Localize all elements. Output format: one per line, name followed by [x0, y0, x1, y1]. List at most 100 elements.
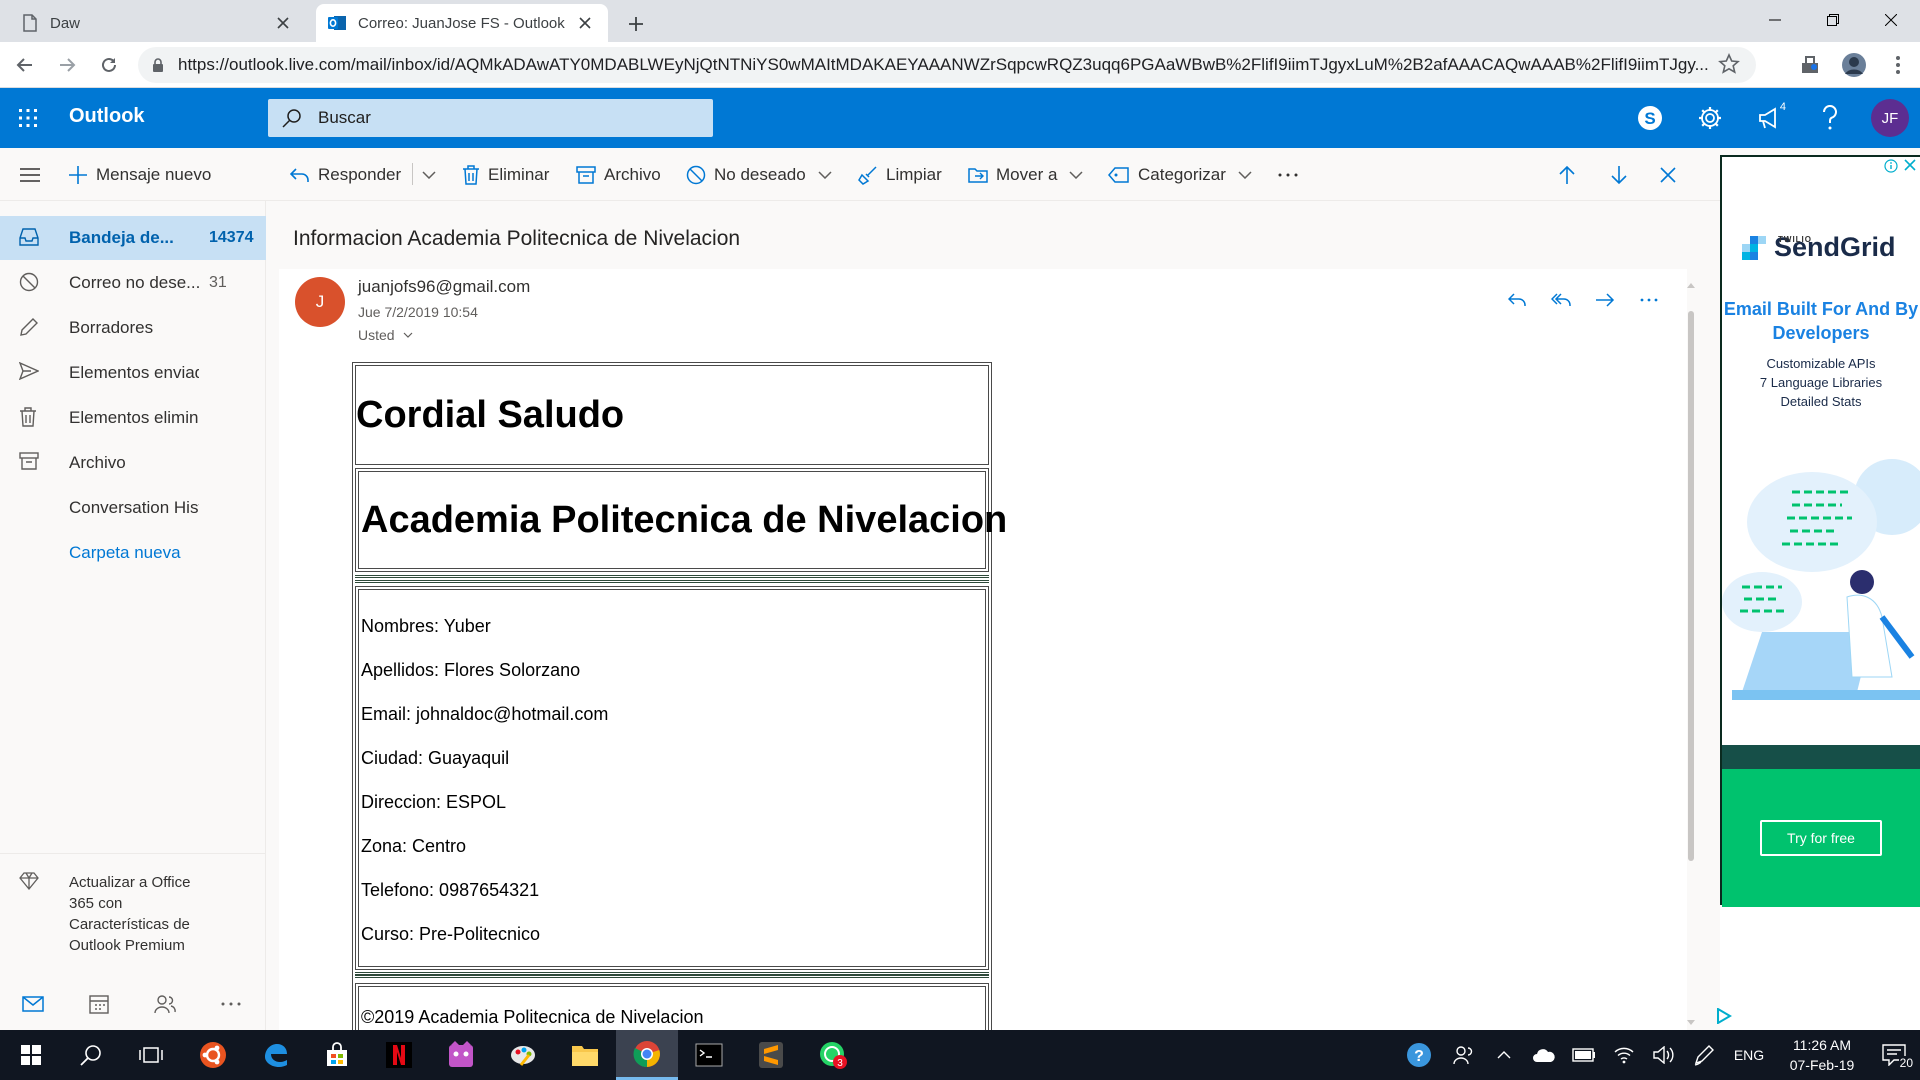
sender-email[interactable]: juanjofs96@gmail.com	[358, 277, 530, 297]
whatsapp-app-icon[interactable]: 3	[802, 1030, 864, 1080]
action-center-icon[interactable]: 20	[1870, 1030, 1920, 1080]
onedrive-icon[interactable]	[1524, 1030, 1564, 1080]
maximize-button[interactable]	[1804, 0, 1862, 40]
pen-icon[interactable]	[1684, 1030, 1724, 1080]
browser-tab-outlook[interactable]: Correo: JuanJose FS - Outlook	[316, 4, 608, 42]
ubuntu-app-icon[interactable]	[182, 1030, 244, 1080]
sweep-button[interactable]: Limpiar	[858, 148, 942, 201]
address-bar[interactable]: https://outlook.live.com/mail/inbox/id/A…	[138, 47, 1756, 83]
forward-icon[interactable]	[1583, 283, 1627, 317]
reply-all-icon[interactable]	[1539, 283, 1583, 317]
ad-feature: Customizable APIs	[1766, 356, 1876, 371]
app-brand[interactable]: Outlook	[69, 105, 145, 128]
sender-avatar[interactable]: J	[295, 277, 345, 327]
input-language[interactable]: ENG	[1724, 1030, 1774, 1080]
settings-gear-icon[interactable]	[1680, 88, 1740, 148]
adchoices-icon[interactable]	[1716, 1008, 1732, 1024]
help-tray-icon[interactable]: ?	[1394, 1030, 1444, 1080]
pencil-icon	[19, 317, 41, 339]
folder-conversation-history[interactable]: Conversation Hist...	[0, 486, 266, 530]
close-window-button[interactable]	[1862, 0, 1920, 40]
browser-menu-icon[interactable]	[1876, 43, 1920, 87]
search-input[interactable]: Buscar	[268, 99, 713, 137]
junk-button[interactable]: No deseado	[686, 148, 832, 201]
recipients[interactable]: Usted	[358, 327, 413, 343]
recipient-label: Usted	[358, 327, 395, 343]
bookmark-star-icon[interactable]	[1718, 53, 1742, 77]
edge-browser-icon[interactable]	[244, 1030, 306, 1080]
reply-options-dropdown[interactable]	[422, 148, 436, 201]
app-launcher-icon[interactable]	[14, 104, 42, 132]
new-folder-link[interactable]: Carpeta nueva	[0, 531, 266, 575]
scrollbar[interactable]	[1686, 281, 1696, 1031]
minimize-button[interactable]	[1746, 0, 1804, 40]
tab-close-icon[interactable]	[574, 12, 596, 34]
folder-junk[interactable]: Correo no dese... 31	[0, 261, 266, 305]
account-menu[interactable]: JF	[1860, 88, 1920, 148]
more-apps-icon[interactable]	[198, 977, 264, 1030]
ellipsis-icon	[1278, 173, 1298, 177]
browser-tabstrip: Daw Correo: JuanJose FS - Outlook	[0, 0, 1920, 42]
wifi-icon[interactable]	[1604, 1030, 1644, 1080]
advertisement[interactable]: SendGrid TWILIO Email Built For And By D…	[1720, 155, 1920, 907]
upgrade-premium-banner[interactable]: Actualizar a Office 365 con Característi…	[0, 853, 266, 956]
profile-avatar[interactable]	[1832, 43, 1876, 87]
help-icon[interactable]	[1800, 88, 1860, 148]
delete-button[interactable]: Eliminar	[462, 148, 549, 201]
reply-icon[interactable]	[1495, 283, 1539, 317]
file-explorer-icon[interactable]	[554, 1030, 616, 1080]
nav-toggle-button[interactable]	[20, 148, 40, 201]
paint-app-icon[interactable]	[492, 1030, 554, 1080]
tab-title: Daw	[50, 14, 81, 32]
folder-inbox[interactable]: Bandeja de... 14374	[0, 216, 266, 260]
search-taskbar-icon[interactable]	[60, 1030, 122, 1080]
folder-drafts[interactable]: Borradores	[0, 306, 266, 350]
ad-close-icon[interactable]	[1904, 159, 1916, 173]
back-button[interactable]	[8, 48, 42, 82]
reply-button[interactable]: Responder	[290, 148, 401, 201]
start-button[interactable]	[0, 1030, 62, 1080]
sublime-text-icon[interactable]	[740, 1030, 802, 1080]
more-commands-button[interactable]	[1278, 148, 1298, 201]
folder-archive[interactable]: Archivo	[0, 441, 266, 485]
chevron-up-icon[interactable]	[1484, 1030, 1524, 1080]
try-for-free-button[interactable]: Try for free	[1760, 820, 1882, 856]
skype-icon[interactable]: S	[1620, 88, 1680, 148]
archive-button[interactable]: Archivo	[576, 148, 661, 201]
extension-icon[interactable]	[1788, 43, 1832, 87]
ad-info-icon[interactable]	[1884, 159, 1898, 173]
mail-app-icon[interactable]	[0, 977, 66, 1030]
task-view-icon[interactable]	[120, 1030, 182, 1080]
folder-label: Borradores	[69, 318, 154, 337]
store-app-icon[interactable]	[306, 1030, 368, 1080]
calendar-app-icon[interactable]	[66, 977, 132, 1030]
tab-close-icon[interactable]	[272, 12, 294, 34]
people-app-icon[interactable]	[132, 977, 198, 1030]
people-tray-icon[interactable]	[1444, 1030, 1484, 1080]
volume-icon[interactable]	[1644, 1030, 1684, 1080]
tab-title: Correo: JuanJose FS - Outlook	[358, 14, 565, 32]
scrollbar-thumb[interactable]	[1688, 311, 1694, 861]
battery-icon[interactable]	[1564, 1030, 1604, 1080]
netflix-app-icon[interactable]	[368, 1030, 430, 1080]
whats-new-icon[interactable]: 4	[1740, 88, 1800, 148]
more-actions-icon[interactable]	[1627, 283, 1671, 317]
move-to-label: Mover a	[996, 164, 1058, 184]
next-message-button[interactable]	[1610, 148, 1628, 201]
close-message-button[interactable]	[1660, 148, 1676, 201]
pink-app-icon[interactable]	[430, 1030, 492, 1080]
folder-sent[interactable]: Elementos enviados	[0, 351, 266, 395]
new-message-button[interactable]: Mensaje nuevo	[68, 148, 211, 201]
folder-deleted[interactable]: Elementos elimina...	[0, 396, 266, 440]
move-to-button[interactable]: Mover a	[968, 148, 1083, 201]
forward-button[interactable]	[50, 48, 84, 82]
reload-button[interactable]	[92, 48, 126, 82]
new-tab-button[interactable]	[620, 8, 652, 40]
terminal-app-icon[interactable]	[678, 1030, 740, 1080]
chevron-down-icon	[403, 332, 413, 338]
browser-tab-daw[interactable]: Daw	[10, 4, 306, 42]
categorize-button[interactable]: Categorizar	[1108, 148, 1252, 201]
clock[interactable]: 11:26 AM 07-Feb-19	[1774, 1030, 1870, 1080]
chrome-app-icon[interactable]	[616, 1030, 678, 1080]
previous-message-button[interactable]	[1558, 148, 1576, 201]
